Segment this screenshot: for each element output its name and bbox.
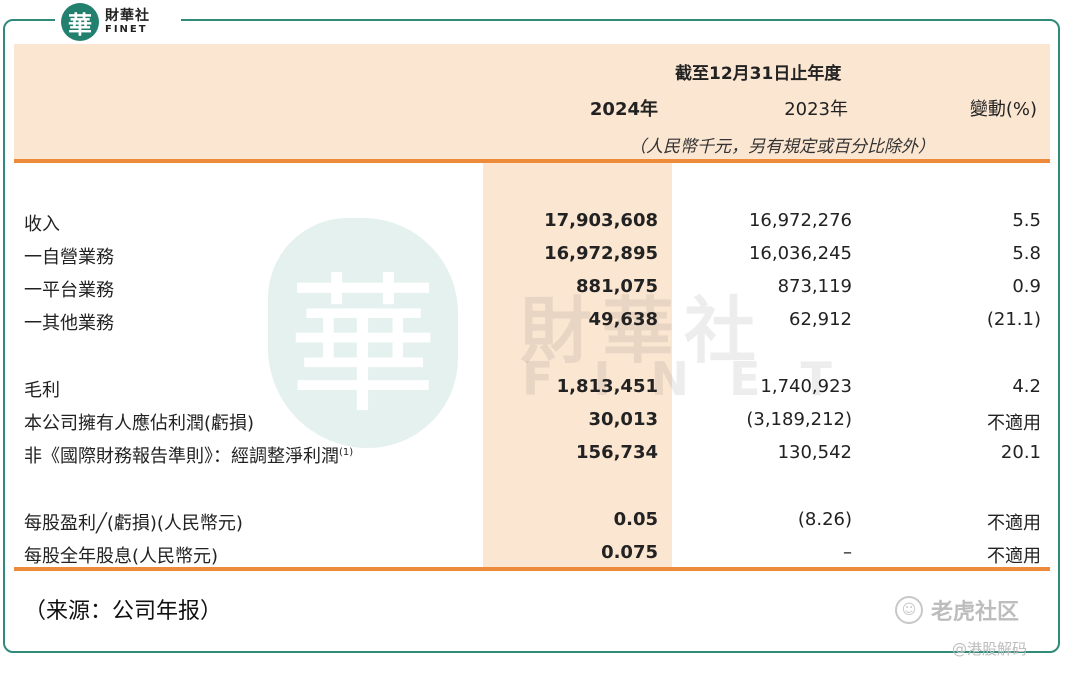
table-row: 非《國際財務報告準則》：經調整淨利潤(1) 156,734 130,542 20.1 (0, 442, 1065, 472)
table-row: 收入 17,903,608 16,972,276 5.5 (0, 210, 1065, 240)
finet-logo: 華 財華社 FINET (55, 0, 181, 44)
footnote-marker: (1) (339, 447, 354, 458)
row-label: 收入 (24, 210, 60, 236)
table-row: 本公司擁有人應佔利潤(虧損) 30,013 (3,189,212) 不適用 (0, 409, 1065, 439)
value-2023: (8.26) (797, 509, 852, 530)
row-label: 一自營業務 (24, 243, 114, 269)
logo-cn: 財華社 (105, 8, 150, 24)
value-2024: 1,813,451 (556, 376, 658, 397)
table-row: 一其他業務 49,638 62,912 (21.1) (0, 309, 1065, 339)
value-2023: 16,036,245 (748, 243, 852, 264)
row-label-text: 一自營業務 (24, 247, 114, 268)
footer-divider (14, 567, 1050, 571)
row-label-text: 非《國際財務報告準則》：經調整淨利潤 (24, 446, 339, 467)
value-change: 5.8 (1012, 243, 1041, 264)
value-2024: 30,013 (588, 409, 658, 430)
header-divider (14, 159, 1050, 163)
period-header: 截至12月31日止年度 (675, 64, 842, 84)
col-header-2024: 2024年 (589, 99, 658, 120)
value-2024: 881,075 (576, 276, 658, 297)
unit-note: （人民幣千元，另有規定或百分比除外） (629, 137, 935, 157)
value-2024: 156,734 (576, 442, 658, 463)
value-change: 不適用 (987, 513, 1041, 534)
table-row: 一自營業務 16,972,895 16,036,245 5.8 (0, 243, 1065, 273)
row-label: 本公司擁有人應佔利潤(虧損) (24, 409, 254, 435)
row-label-text: 收入 (24, 214, 60, 235)
logo-seal: 華 (61, 3, 99, 41)
row-label: 每股盈利╱(虧損)(人民幣元) (24, 509, 243, 535)
value-2024: 17,903,608 (544, 210, 658, 231)
tiger-logo-icon: ☺ (895, 596, 923, 624)
value-2024: 0.05 (613, 509, 658, 530)
table-row: 毛利 1,813,451 1,740,923 4.2 (0, 376, 1065, 406)
value-2023: 62,912 (789, 309, 852, 330)
value-change: (21.1) (986, 309, 1041, 330)
row-label-text: 一其他業務 (24, 313, 114, 334)
value-2024: 49,638 (588, 309, 658, 330)
value-2024: 16,972,895 (544, 243, 658, 264)
row-label: 毛利 (24, 376, 60, 402)
row-label-text: 每股盈利╱(虧損)(人民幣元) (24, 513, 243, 534)
value-2023: 1,740,923 (760, 376, 852, 397)
row-label-text: 本公司擁有人應佔利潤(虧損) (24, 413, 255, 434)
value-change: 0.9 (1012, 276, 1041, 297)
row-label: 每股全年股息(人民幣元) (24, 542, 218, 568)
row-label-text: 一平台業務 (24, 280, 114, 301)
value-change: 20.1 (1000, 442, 1041, 463)
value-2023: – (843, 542, 852, 563)
tiger-community-brand: ☺ 老虎社区 (895, 594, 1019, 626)
value-2023: 16,972,276 (748, 210, 852, 231)
row-label-text: 每股全年股息(人民幣元) (24, 546, 219, 567)
col-header-change: 變動(%) (969, 99, 1037, 120)
value-change: 5.5 (1012, 210, 1041, 231)
row-label-text: 毛利 (24, 380, 60, 401)
value-2023: (3,189,212) (746, 409, 852, 430)
author-handle: @港股解码 (952, 640, 1028, 658)
value-2023: 130,542 (777, 442, 852, 463)
value-change: 不適用 (987, 546, 1041, 567)
logo-en: FINET (105, 24, 148, 35)
row-label: 非《國際財務報告準則》：經調整淨利潤(1) (24, 442, 353, 468)
value-change: 不適用 (987, 413, 1041, 434)
table-row: 每股盈利╱(虧損)(人民幣元) 0.05 (8.26) 不適用 (0, 509, 1065, 539)
source-note: （来源：公司年报） (24, 599, 223, 624)
row-label: 一平台業務 (24, 276, 114, 302)
col-header-2023: 2023年 (784, 99, 848, 120)
table-row: 一平台業務 881,075 873,119 0.9 (0, 276, 1065, 306)
value-2023: 873,119 (777, 276, 852, 297)
value-2024: 0.075 (601, 542, 658, 563)
brand-text: 老虎社区 (931, 600, 1020, 625)
row-label: 一其他業務 (24, 309, 114, 335)
value-change: 4.2 (1012, 376, 1041, 397)
